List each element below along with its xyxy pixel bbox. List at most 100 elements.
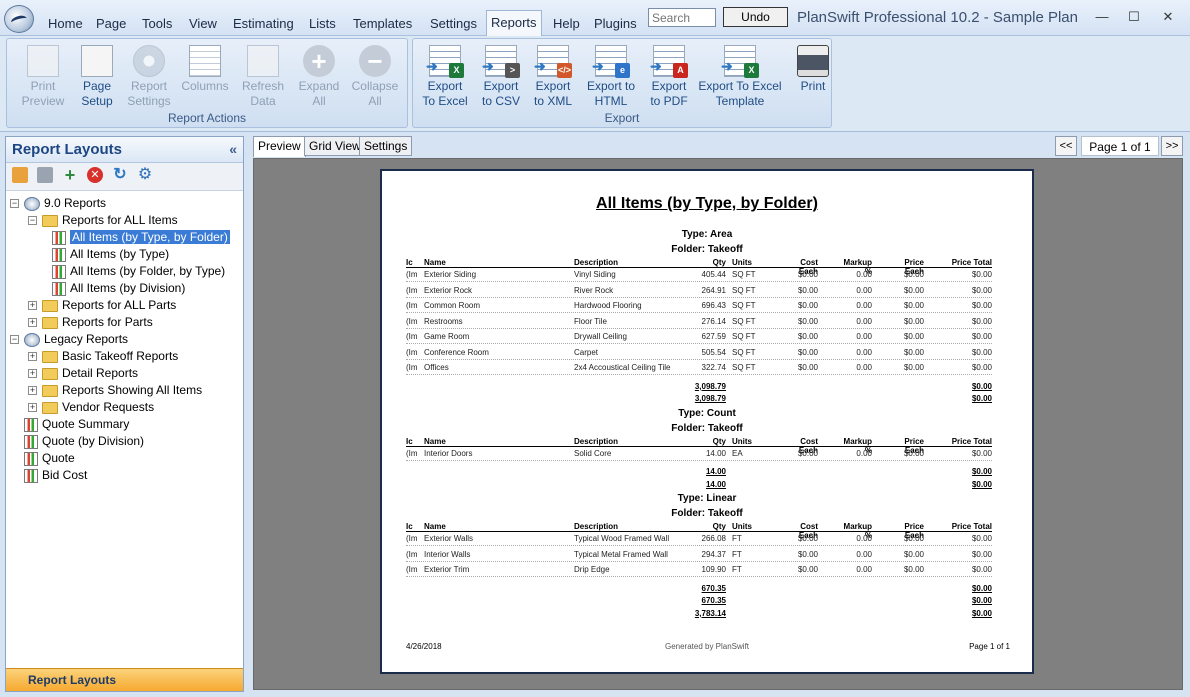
table-cell: $0.00 bbox=[797, 347, 818, 357]
table-cell: 2x4 Accoustical Ceiling Tile bbox=[574, 363, 671, 372]
table-cell: 0.00 bbox=[856, 363, 872, 372]
table-cell: (Im bbox=[406, 332, 418, 341]
tree-item-quote[interactable]: Quote bbox=[24, 450, 75, 467]
print-preview-button[interactable]: Print Preview bbox=[15, 45, 71, 109]
tree-item-all-items-by-folder-by-type[interactable]: All Items (by Folder, by Type) bbox=[52, 263, 225, 280]
price-total: $0.00 bbox=[971, 381, 992, 391]
expand-icon[interactable]: + bbox=[28, 403, 37, 413]
save-icon[interactable] bbox=[37, 167, 53, 183]
tree-item-bid-cost[interactable]: Bid Cost bbox=[24, 467, 87, 484]
print-label: Print bbox=[800, 79, 826, 93]
search-input[interactable] bbox=[648, 8, 716, 27]
app-logo-icon[interactable] bbox=[4, 5, 34, 33]
expand-icon[interactable]: + bbox=[28, 386, 37, 396]
export-to-excel-button[interactable]: ➜ X Export To Excel bbox=[417, 45, 473, 109]
table-cell: $0.00 bbox=[903, 565, 924, 574]
menu-reports[interactable]: Reports bbox=[486, 10, 542, 36]
previous-page-button[interactable]: << bbox=[1055, 136, 1077, 156]
section-type-heading: Type: Area bbox=[681, 229, 733, 240]
refresh-data-label: Refresh Data bbox=[241, 79, 285, 108]
undo-button[interactable]: Undo bbox=[723, 7, 788, 27]
collapse-all-button[interactable]: Collapse All bbox=[347, 45, 403, 109]
collapse-icon[interactable]: − bbox=[10, 199, 19, 209]
expand-icon[interactable]: + bbox=[28, 369, 37, 379]
menu-plugins[interactable]: Plugins bbox=[590, 14, 641, 34]
collapse-all-label: Collapse All bbox=[351, 79, 399, 108]
tree-item-legacy-reports[interactable]: − Legacy Reports bbox=[10, 331, 128, 348]
tree-item-reports-showing-all-items[interactable]: + Reports Showing All Items bbox=[28, 382, 202, 399]
minimize-icon[interactable]: — bbox=[1092, 8, 1112, 26]
refresh-icon[interactable]: ↻ bbox=[112, 167, 128, 183]
table-cell: $0.00 bbox=[903, 363, 924, 372]
expand-icon[interactable]: + bbox=[28, 352, 37, 362]
export-arrow-icon: ➜ bbox=[592, 58, 604, 74]
tree-item-all-items-by-type-by-folder[interactable]: All Items (by Type, by Folder) bbox=[52, 229, 230, 246]
menu-page[interactable]: Page bbox=[92, 14, 130, 34]
table-cell: 0.00 bbox=[856, 448, 872, 458]
export-to-excel-template-button[interactable]: ➜ X Export To Excel Template bbox=[697, 45, 783, 109]
export-to-xml-button[interactable]: ➜ </> Export to XML bbox=[525, 45, 581, 109]
add-icon[interactable]: + bbox=[62, 166, 78, 184]
refresh-data-button[interactable]: Refresh Data bbox=[235, 45, 291, 109]
panel-footer-tab[interactable]: Report Layouts bbox=[6, 668, 243, 691]
tree-item-quote-summary[interactable]: Quote Summary bbox=[24, 416, 129, 433]
tree-item-quote-by-division[interactable]: Quote (by Division) bbox=[24, 433, 144, 450]
export-to-csv-button[interactable]: ➜ > Export to CSV bbox=[473, 45, 529, 109]
tab-preview[interactable]: Preview bbox=[253, 136, 306, 157]
report-title: All Items (by Type, by Folder) bbox=[596, 195, 818, 212]
expand-icon[interactable]: + bbox=[28, 318, 37, 328]
table-cell: $0.00 bbox=[797, 565, 818, 574]
tree-item-all-items-by-division[interactable]: All Items (by Division) bbox=[52, 280, 185, 297]
table-cell: $0.00 bbox=[797, 270, 818, 279]
row-rule bbox=[406, 327, 992, 329]
section-folder-heading: Folder: Takeoff bbox=[671, 422, 743, 434]
page-setup-button[interactable]: Page Setup bbox=[69, 45, 125, 109]
table-cell: 505.54 bbox=[701, 347, 726, 357]
collapse-icon[interactable]: − bbox=[10, 335, 19, 345]
tree-item-reports-for-parts[interactable]: + Reports for Parts bbox=[28, 314, 153, 331]
table-cell: $0.00 bbox=[971, 347, 992, 357]
page-setup-label: Page Setup bbox=[81, 79, 113, 108]
collapse-icon[interactable]: − bbox=[28, 216, 37, 226]
menu-lists[interactable]: Lists bbox=[305, 14, 340, 34]
menu-templates[interactable]: Templates bbox=[349, 14, 416, 34]
next-page-button[interactable]: >> bbox=[1161, 136, 1183, 156]
close-icon[interactable]: ✕ bbox=[1158, 8, 1178, 26]
table-cell: 276.14 bbox=[701, 316, 726, 326]
menu-home[interactable]: Home bbox=[44, 14, 87, 34]
tree-item-reports-for-all-parts[interactable]: + Reports for ALL Parts bbox=[28, 297, 176, 314]
preview-area[interactable]: All Items (by Type, by Folder) Type: Are… bbox=[253, 158, 1183, 690]
expand-icon[interactable]: + bbox=[28, 301, 37, 311]
qty-total: 14.00 bbox=[705, 479, 726, 489]
export-to-pdf-button[interactable]: ➜ A Export to PDF bbox=[641, 45, 697, 109]
report-settings-button[interactable]: Report Settings bbox=[121, 45, 177, 109]
tree-item-basic-takeoff-reports[interactable]: + Basic Takeoff Reports bbox=[28, 348, 178, 365]
tab-grid-view[interactable]: Grid View bbox=[304, 136, 366, 156]
menu-view[interactable]: View bbox=[185, 14, 221, 34]
table-cell: 0.00 bbox=[856, 347, 872, 357]
print-button[interactable]: Print bbox=[785, 45, 841, 94]
export-to-html-button[interactable]: ➜ e Export to HTML bbox=[583, 45, 639, 109]
table-cell: 14.00 bbox=[705, 448, 726, 458]
table-cell: Drip Edge bbox=[574, 565, 610, 574]
expand-all-button[interactable]: Expand All bbox=[291, 45, 347, 109]
tree-item-detail-reports[interactable]: + Detail Reports bbox=[28, 365, 138, 382]
report-tree: −9.0 Reports − Reports for ALL Items All It… bbox=[6, 191, 243, 661]
tree-item-9-0-reports[interactable]: − 9.0 Reports bbox=[10, 195, 106, 212]
tab-settings[interactable]: Settings bbox=[359, 136, 413, 156]
tree-item-reports-for-all-items[interactable]: − Reports for ALL Items bbox=[28, 212, 178, 229]
export-excel-template-icon: ➜ X bbox=[721, 45, 759, 78]
menu-settings[interactable]: Settings bbox=[426, 14, 481, 34]
open-folder-icon[interactable] bbox=[12, 167, 28, 183]
collapse-panel-icon[interactable]: « bbox=[229, 141, 237, 157]
menu-help[interactable]: Help bbox=[549, 14, 584, 34]
tree-item-all-items-by-type[interactable]: All Items (by Type) bbox=[52, 246, 169, 263]
gear-icon[interactable]: ⚙ bbox=[137, 167, 153, 183]
table-cell: 0.00 bbox=[856, 301, 872, 310]
tree-item-vendor-requests[interactable]: + Vendor Requests bbox=[28, 399, 154, 416]
maximize-icon[interactable]: ☐ bbox=[1124, 8, 1144, 26]
menu-tools[interactable]: Tools bbox=[138, 14, 176, 34]
menu-estimating[interactable]: Estimating bbox=[229, 14, 298, 34]
columns-button[interactable]: Columns bbox=[177, 45, 233, 94]
delete-icon[interactable]: ✕ bbox=[87, 167, 103, 183]
